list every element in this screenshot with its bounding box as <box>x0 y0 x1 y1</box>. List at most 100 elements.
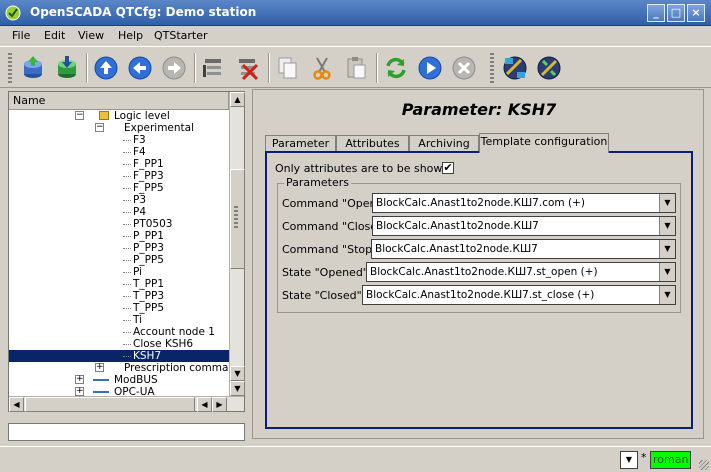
settings-icon[interactable] <box>533 52 565 84</box>
up-arrow-icon[interactable] <box>90 52 122 84</box>
stop-icon[interactable] <box>448 52 480 84</box>
tree-item-label: F_PP1 <box>133 158 164 170</box>
state-closed-select[interactable]: BlockCalc.Anast1to2node.КШ7.st_close (+)… <box>362 285 676 305</box>
tree-item[interactable]: P4 <box>9 206 229 218</box>
tree-item[interactable]: + Prescription commands <box>9 362 229 374</box>
back-arrow-icon[interactable] <box>124 52 156 84</box>
tree-item[interactable]: P3 <box>9 194 229 206</box>
forward-arrow-icon[interactable] <box>158 52 190 84</box>
cut-icon[interactable] <box>306 52 338 84</box>
tree-body[interactable]: − Logic level − Experimental F3 F4 F_PP1 F_PP3 F… <box>9 110 229 397</box>
toolbar <box>0 46 711 88</box>
scroll-down-icon[interactable]: ▼ <box>230 381 245 396</box>
tree-item[interactable]: Account node 1 <box>9 326 229 338</box>
toolbar-grip[interactable] <box>490 53 494 83</box>
tab-attributes[interactable]: Attributes <box>336 135 409 152</box>
chevron-down-icon[interactable]: ▼ <box>659 217 675 235</box>
scroll-down-icon[interactable]: ▼ <box>230 366 245 381</box>
tree-item[interactable]: Pi <box>9 266 229 278</box>
toolbar-separator <box>86 53 88 83</box>
parameters-group: Parameters Command "Open": BlockCalc.Ana… <box>277 176 681 313</box>
navigation-tree[interactable]: Name − Logic level − Experimental F3 F4 F_PP1 F… <box>8 91 245 412</box>
toolbar-grip[interactable] <box>8 53 12 83</box>
close-button[interactable]: × <box>687 4 705 22</box>
menu-qtstarter[interactable]: QTStarter <box>154 29 208 42</box>
resize-grip-icon[interactable] <box>699 460 709 470</box>
tree-item-label: ModBUS <box>114 374 158 386</box>
tree-item[interactable]: − Logic level <box>9 110 229 122</box>
tree-item-label: Prescription commands <box>124 362 229 374</box>
expand-icon[interactable]: + <box>95 363 104 372</box>
delete-item-icon[interactable] <box>232 52 264 84</box>
tree-horizontal-scrollbar[interactable]: ◀ ◀ ▶ <box>9 396 244 412</box>
start-icon[interactable] <box>414 52 446 84</box>
expand-icon[interactable]: + <box>75 375 84 384</box>
scroll-left-icon[interactable]: ◀ <box>9 397 24 412</box>
menu-file[interactable]: File <box>12 29 30 42</box>
expand-icon[interactable]: + <box>75 387 84 396</box>
tree-connector <box>123 224 131 225</box>
tree-item[interactable]: P_PP1 <box>9 230 229 242</box>
command-open-value: BlockCalc.Anast1to2node.КШ7.com (+) <box>376 197 585 209</box>
tree-item[interactable]: F3 <box>9 134 229 146</box>
paste-icon[interactable] <box>340 52 372 84</box>
scroll-right-icon[interactable]: ▶ <box>212 397 227 412</box>
add-item-icon[interactable] <box>198 52 230 84</box>
db-save-icon[interactable] <box>51 52 83 84</box>
menu-view[interactable]: View <box>78 29 104 42</box>
tree-item[interactable]: + ModBUS <box>9 374 229 386</box>
status-user[interactable]: roman <box>650 451 692 469</box>
chevron-down-icon[interactable]: ▼ <box>659 263 675 281</box>
tab-template-configuration[interactable]: Template configuration <box>479 133 609 153</box>
scroll-up-icon[interactable]: ▲ <box>230 92 245 107</box>
tree-item[interactable]: F4 <box>9 146 229 158</box>
tree-item[interactable]: T_PP1 <box>9 278 229 290</box>
tree-item[interactable]: F_PP1 <box>9 158 229 170</box>
menu-help[interactable]: Help <box>118 29 143 42</box>
splitter-grip[interactable] <box>234 206 238 228</box>
tree-item[interactable]: KSH7 <box>9 350 229 362</box>
copy-icon[interactable] <box>272 52 304 84</box>
tree-header-name[interactable]: Name <box>9 92 229 110</box>
tree-vertical-scrollbar[interactable]: ▲ ▼ ▼ <box>229 92 245 397</box>
toolbar-separator <box>194 53 196 83</box>
chevron-down-icon[interactable]: ▼ <box>659 286 675 304</box>
tree-item[interactable]: T_PP5 <box>9 302 229 314</box>
tree-item[interactable]: P_PP3 <box>9 242 229 254</box>
maximize-button[interactable]: □ <box>667 4 685 22</box>
scroll-left-icon[interactable]: ◀ <box>197 397 212 412</box>
chevron-down-icon[interactable]: ▼ <box>659 194 675 212</box>
tree-item[interactable]: F_PP5 <box>9 182 229 194</box>
tab-archiving[interactable]: Archiving <box>409 135 479 152</box>
refresh-icon[interactable] <box>380 52 412 84</box>
collapse-icon[interactable]: − <box>75 111 84 120</box>
tree-filter-input[interactable] <box>8 423 245 441</box>
status-modified-indicator: * <box>641 451 647 464</box>
tree-item[interactable]: F_PP3 <box>9 170 229 182</box>
title-bar[interactable]: OpenSCADA QTCfg: Demo station _ □ × <box>0 0 711 26</box>
template-configuration-pane: Only attributes are to be shown: ✔ Param… <box>265 151 693 429</box>
tree-item-label: Close KSH6 <box>133 338 194 350</box>
tree-item[interactable]: Ti <box>9 314 229 326</box>
tree-item[interactable]: T_PP3 <box>9 290 229 302</box>
tree-item[interactable]: Close KSH6 <box>9 338 229 350</box>
command-open-select[interactable]: BlockCalc.Anast1to2node.КШ7.com (+) ▼ <box>372 193 676 213</box>
chevron-down-icon[interactable]: ▼ <box>659 240 675 258</box>
command-stop-label: Command "Stop": <box>282 243 381 256</box>
tab-parameter[interactable]: Parameter <box>265 135 336 152</box>
status-dropdown[interactable]: ▼ <box>620 451 638 469</box>
command-close-select[interactable]: BlockCalc.Anast1to2node.КШ7 ▼ <box>372 216 676 236</box>
tree-item[interactable]: − Experimental <box>9 122 229 134</box>
menu-edit[interactable]: Edit <box>44 29 65 42</box>
tree-hscroll-thumb[interactable] <box>25 397 195 412</box>
tree-item[interactable]: PT0503 <box>9 218 229 230</box>
tree-item-label: Account node 1 <box>133 326 215 338</box>
collapse-icon[interactable]: − <box>95 123 104 132</box>
state-opened-select[interactable]: BlockCalc.Anast1to2node.КШ7.st_open (+) … <box>366 262 676 282</box>
only-attributes-checkbox[interactable]: ✔ <box>442 162 454 174</box>
db-load-icon[interactable] <box>17 52 49 84</box>
minimize-button[interactable]: _ <box>647 4 665 22</box>
command-stop-select[interactable]: BlockCalc.Anast1to2node.КШ7 ▼ <box>371 239 676 259</box>
tree-item[interactable]: P_PP5 <box>9 254 229 266</box>
network-icon[interactable] <box>499 52 531 84</box>
